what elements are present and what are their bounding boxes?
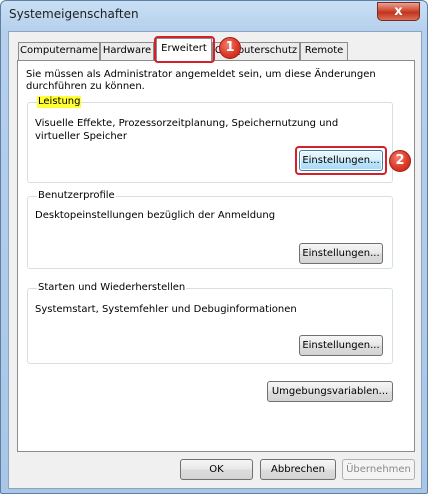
environment-variables-button[interactable]: Umgebungsvariablen... (267, 381, 393, 402)
tab-computername[interactable]: Computername (18, 42, 100, 60)
tab-highlight-box (154, 36, 215, 63)
admin-notice: Sie müssen als Administrator angemeldet … (26, 69, 376, 92)
close-button[interactable]: x (377, 2, 420, 21)
startup-recovery-group-label: Starten und Wiederherstellen (37, 282, 187, 294)
performance-group-label: Leistung (37, 96, 82, 108)
user-profiles-group-label: Benutzerprofile (37, 190, 116, 202)
cancel-button[interactable]: Abbrechen (260, 459, 336, 480)
window-title: Systemeigenschaften (9, 7, 139, 21)
user-profiles-description: Desktopeinstellungen bezüglich der Anmel… (35, 210, 276, 221)
dialog-client-area: Computername Hardware Erweitert Computer… (8, 31, 422, 489)
apply-button[interactable]: Übernehmen (342, 459, 415, 480)
button-highlight-box (295, 146, 387, 175)
user-profiles-settings-button[interactable]: Einstellungen... (299, 243, 383, 264)
ok-button[interactable]: OK (180, 459, 253, 480)
startup-recovery-description: Systemstart, Systemfehler und Debuginfor… (35, 304, 297, 315)
startup-recovery-settings-button[interactable]: Einstellungen... (299, 335, 383, 356)
step-1-callout: 1 (219, 37, 241, 59)
tab-hardware[interactable]: Hardware (100, 42, 154, 60)
system-properties-window: Systemeigenschaften x Computername Hardw… (0, 0, 428, 494)
performance-description: Visuelle Effekte, Prozessorzeitplanung, … (35, 118, 339, 142)
tab-remote[interactable]: Remote (300, 42, 348, 60)
step-2-callout: 2 (389, 150, 411, 172)
